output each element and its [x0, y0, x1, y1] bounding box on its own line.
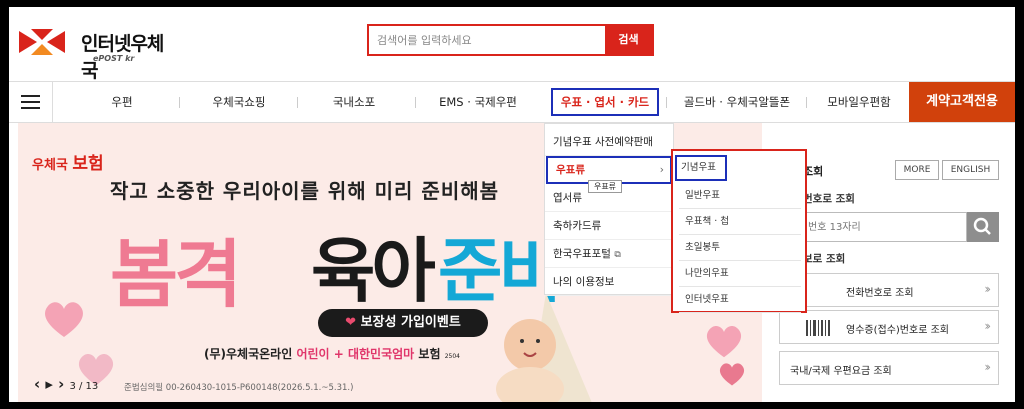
nav-item-goldbar[interactable]: 골드바 · 우체국알뜰폰 — [677, 82, 797, 122]
slide-controls: ‹ ▸ › 3 / 13 — [34, 375, 98, 393]
dd-item-greeting-cards[interactable]: 축하카드류 — [545, 212, 673, 240]
nav-divider — [666, 97, 667, 108]
phone-lookup-label: 전화번호로 조회 — [846, 288, 914, 299]
tooltip: 우표류 — [588, 180, 622, 193]
nav-divider — [806, 97, 807, 108]
postage-lookup-row[interactable]: 국내/국제 우편요금 조회 ›› — [779, 351, 999, 385]
insurance-logo-b: 보험 — [72, 154, 104, 174]
sub-item-my-stamp[interactable]: 나만의우표 — [679, 261, 801, 287]
phone-lookup-row[interactable]: 전화번호로 조회 ›› — [779, 273, 999, 307]
search-box: 검색 — [367, 24, 654, 56]
chevron-right-icon: ›› — [984, 319, 990, 333]
nav-divider — [179, 97, 180, 108]
next-slide-icon[interactable]: › — [58, 375, 64, 393]
heart-icon — [45, 302, 83, 337]
nav-item-shopping[interactable]: 우체국쇼핑 — [203, 82, 275, 122]
search-input[interactable] — [369, 26, 607, 54]
tracking-number-input[interactable] — [802, 213, 962, 241]
search-icon — [973, 217, 991, 235]
promo-text: (무)우체국온라인 어린이 + 대한민국엄마 보험 2504 — [204, 345, 460, 362]
tracking-label: 번호로 조회 — [803, 193, 855, 205]
epost-logo[interactable]: 인터넷우체국 ePOST kr — [19, 27, 179, 82]
barcode-icon — [806, 320, 830, 336]
search-button[interactable]: 검색 — [605, 26, 652, 54]
info-lookup-label: 보로 조회 — [803, 253, 846, 265]
sub-item-commemorative[interactable]: 기념우표 — [675, 155, 727, 181]
nav-divider — [297, 97, 298, 108]
promo-text-c: 보험 — [418, 347, 441, 361]
dd-item-stamp-portal[interactable]: 한국우표포털 ⧉ — [545, 240, 673, 268]
tracking-box — [801, 212, 967, 242]
sub-item-stamp-book[interactable]: 우표책 · 첩 — [679, 209, 801, 235]
play-icon[interactable]: ▸ — [45, 375, 53, 393]
promo-text-b: 어린이 + 대한민국엄마 — [296, 347, 415, 361]
heart-icon — [706, 325, 742, 358]
dd-item-my-usage[interactable]: 나의 이용정보 — [545, 268, 673, 296]
stamps-dropdown: 기념우표 사전예약판매 우표류 › 엽서류 축하카드류 한국우표포털 ⧉ 나의 … — [544, 123, 674, 296]
chevron-right-icon: › — [659, 164, 664, 176]
heart-icon — [719, 363, 745, 386]
contract-customer-button[interactable]: 계약고객전용 — [909, 82, 1015, 122]
banner-big-text-a: 봄격 — [110, 232, 242, 318]
logo-subtext: ePOST kr — [93, 54, 135, 63]
page: 인터넷우체국 ePOST kr 검색 우편 우체국쇼핑 국내소포 EMS · 국… — [9, 7, 1015, 402]
english-button[interactable]: ENGLISH — [942, 160, 999, 180]
baby-image — [496, 293, 592, 402]
main-nav: 우편 우체국쇼핑 국내소포 EMS · 국제우편 우표 · 엽서 · 카드 골드… — [9, 81, 1015, 123]
epost-logo-mark-icon — [19, 29, 65, 55]
dd-item-commemorative-preorder[interactable]: 기념우표 사전예약판매 — [545, 128, 673, 156]
insurance-logo: 우체국 보험 — [32, 149, 104, 174]
nav-item-mobile-mailbox[interactable]: 모바일우편함 — [817, 82, 901, 122]
nav-item-ems[interactable]: EMS · 국제우편 — [433, 82, 523, 122]
nav-item-domestic-parcel[interactable]: 국내소포 — [324, 82, 384, 122]
promo-text-a: (무)우체국온라인 — [204, 347, 293, 361]
nav-item-stamps[interactable]: 우표 · 엽서 · 카드 — [551, 88, 659, 116]
sub-item-regular[interactable]: 일반우표 — [679, 183, 801, 209]
receipt-lookup-label: 영수증(접수)번호로 조회 — [846, 325, 949, 336]
menu-icon[interactable] — [9, 82, 53, 122]
chevron-right-icon: ›› — [984, 282, 990, 296]
sub-item-first-day-cover[interactable]: 초일봉투 — [679, 235, 801, 261]
tracking-search-button[interactable] — [967, 212, 999, 242]
dd-item-stamps-label: 우표류 — [556, 164, 585, 176]
receipt-lookup-row[interactable]: 영수증(접수)번호로 조회 ›› — [779, 310, 999, 344]
insurance-logo-a: 우체국 — [32, 158, 68, 173]
chevron-right-icon: ›› — [984, 360, 990, 374]
slide-counter: 3 / 13 — [69, 381, 99, 392]
banner-headline: 작고 소중한 우리아이를 위해 미리 준비해봄 — [110, 179, 500, 203]
event-pill[interactable]: ❤ 보장성 가입이벤트 — [318, 309, 488, 337]
promo-year: 2504 — [444, 353, 460, 360]
event-pill-label: 보장성 가입이벤트 — [360, 315, 461, 330]
sub-item-internet-stamp[interactable]: 인터넷우표 — [679, 287, 801, 313]
more-button[interactable]: MORE — [895, 160, 939, 180]
nav-item-post[interactable]: 우편 — [94, 82, 150, 122]
nav-divider — [415, 97, 416, 108]
banner-disclaimer: 준법심의필 00-260430-1015-P600148(2026.5.1.~5… — [124, 383, 354, 393]
dd-item-stamp-portal-label: 한국우표포털 — [553, 248, 611, 260]
banner-big-text-b: 육아 — [311, 230, 436, 312]
prev-slide-icon[interactable]: ‹ — [34, 375, 40, 393]
external-link-icon: ⧉ — [614, 250, 621, 260]
stamps-submenu: 기념우표 일반우표 우표책 · 첩 초일봉투 나만의우표 인터넷우표 — [671, 149, 807, 313]
heart-icon: ❤ — [345, 315, 357, 330]
postage-lookup-label: 국내/국제 우편요금 조회 — [790, 366, 892, 377]
